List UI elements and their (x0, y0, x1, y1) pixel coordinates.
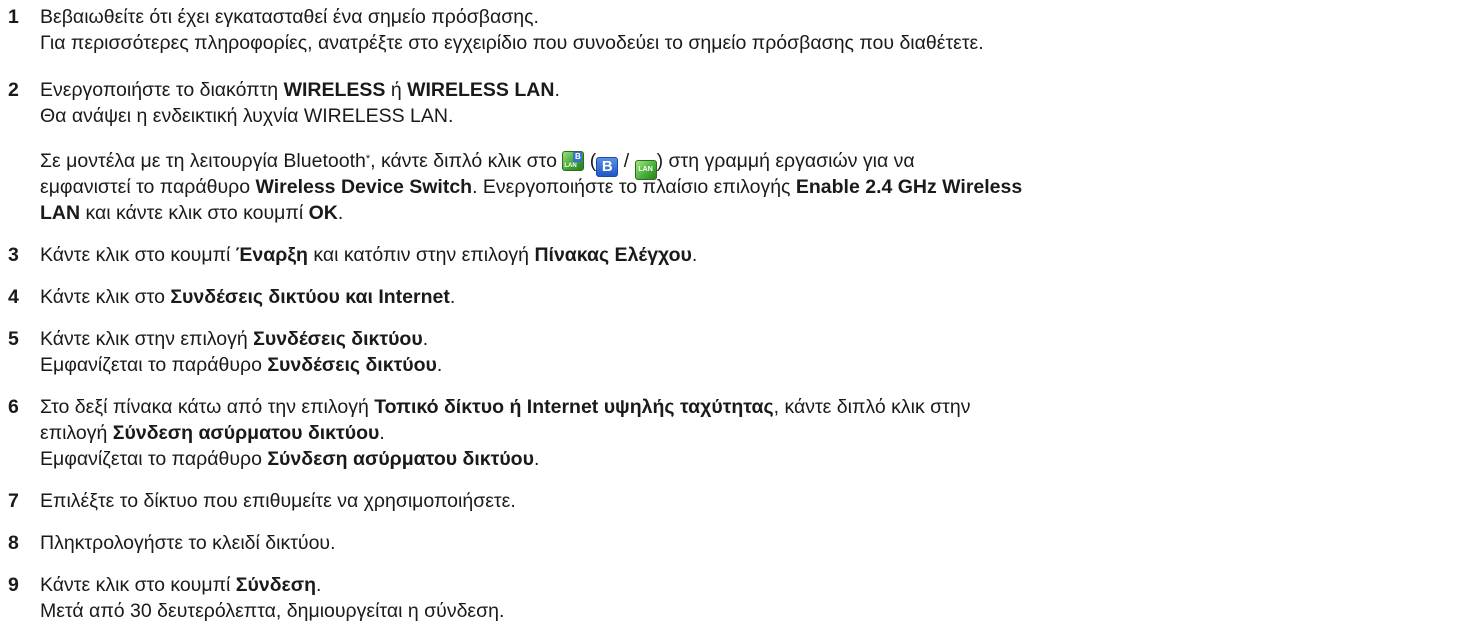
step-text: Θα ανάψει η ενδεικτική λυχνία WIRELESS L… (40, 105, 454, 127)
wireless-lan-bluetooth-icon: B LAN (562, 151, 585, 171)
step-number: 8 (8, 532, 19, 554)
step-text: Για περισσότερες πληροφορίες, ανατρέξτε … (40, 32, 984, 54)
step-text: επιλογή Σύνδεση ασύρματου δικτύου. (40, 422, 385, 444)
step-number: 6 (8, 396, 19, 418)
step-text: Μετά από 30 δευτερόλεπτα, δημιουργείται … (40, 600, 505, 622)
step-text: Κάντε κλικ στο κουμπί Σύνδεση. (40, 574, 322, 596)
step-text: Πληκτρολογήστε το κλειδί δικτύου. (40, 532, 336, 554)
step-number: 3 (8, 244, 19, 266)
step-text: Στο δεξί πίνακα κάτω από την επιλογή Τοπ… (40, 396, 971, 418)
step-text: Εμφανίζεται το παράθυρο Συνδέσεις δικτύο… (40, 354, 443, 376)
step-text: Κάντε κλικ στο κουμπί Έναρξη και κατόπιν… (40, 244, 698, 266)
step-text: εμφανιστεί το παράθυρο Wireless Device S… (40, 176, 1023, 198)
step-text: Εμφανίζεται το παράθυρο Σύνδεση ασύρματο… (40, 448, 540, 470)
step-text: Κάντε κλικ στην επιλογή Συνδέσεις δικτύο… (40, 328, 429, 350)
step-text: Ενεργοποιήστε το διακόπτη WIRELESS ή WIR… (40, 79, 560, 101)
step-text: LAN και κάντε κλικ στο κουμπί OK. (40, 202, 344, 224)
step-text: Κάντε κλικ στο Συνδέσεις δικτύου και Int… (40, 286, 456, 308)
step-number: 7 (8, 490, 19, 512)
step-text: Βεβαιωθείτε ότι έχει εγκατασταθεί ένα ση… (40, 6, 539, 28)
step-number: 5 (8, 328, 19, 350)
step-text: Επιλέξτε το δίκτυο που επιθυμείτε να χρη… (40, 490, 516, 512)
step-number: 1 (8, 6, 19, 28)
step-number: 9 (8, 574, 19, 596)
step-number: 2 (8, 79, 19, 101)
step-number: 4 (8, 286, 19, 308)
